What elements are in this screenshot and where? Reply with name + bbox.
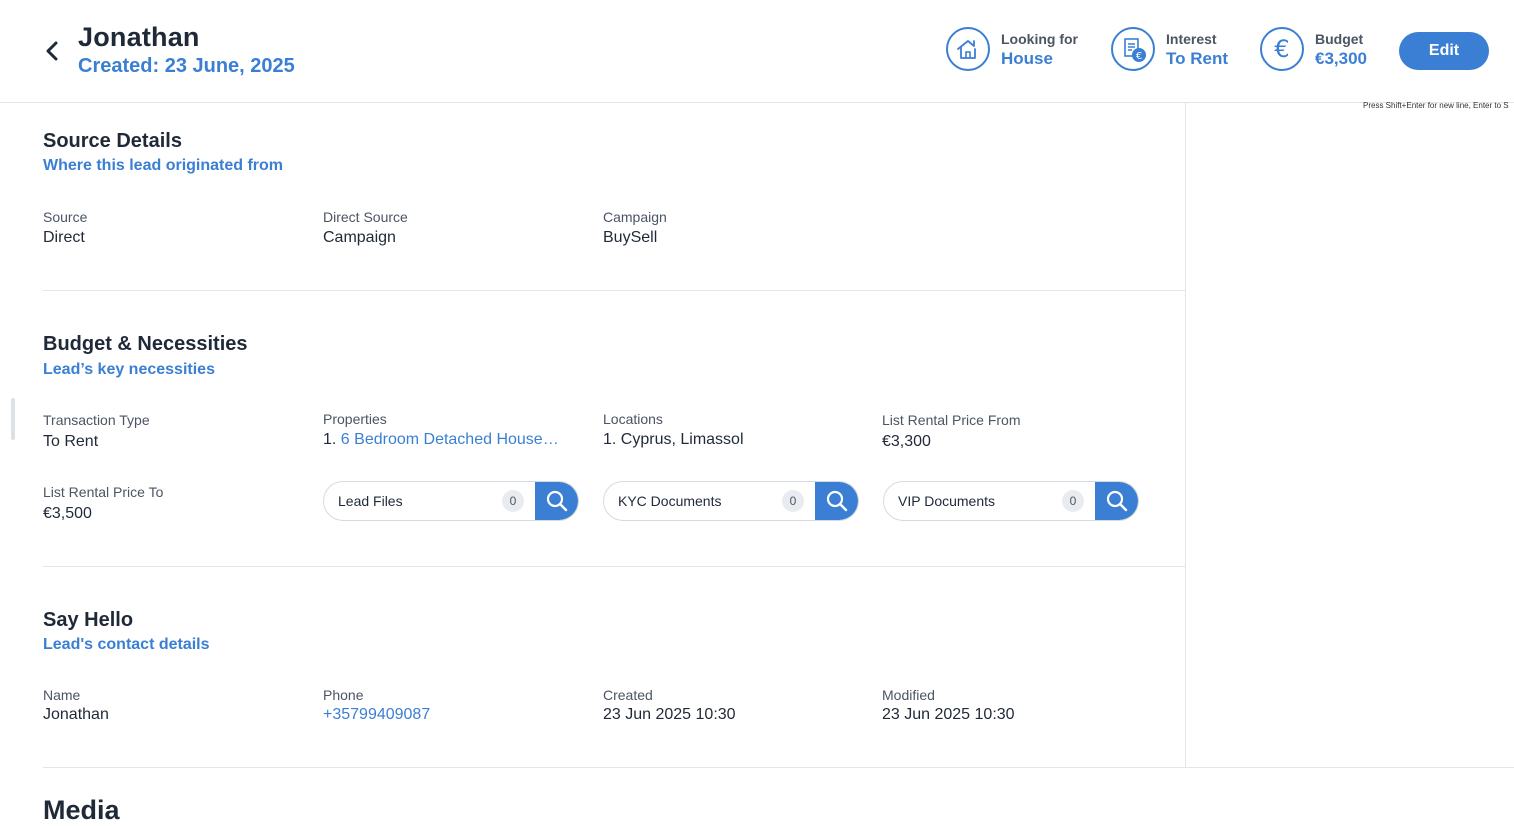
- lead-name: Jonathan: [78, 22, 200, 52]
- document-euro-icon: €: [1111, 27, 1155, 71]
- section-title: Media: [43, 795, 120, 825]
- lead-created-date: Created: 23 June, 2025: [78, 55, 295, 77]
- stat-label: Interest: [1166, 31, 1217, 47]
- section-subtitle: Lead's contact details: [43, 636, 210, 653]
- field-label: Locations: [603, 411, 663, 427]
- vip-documents-field[interactable]: VIP Documents 0: [883, 481, 1139, 521]
- svg-text:€: €: [1136, 51, 1142, 62]
- back-arrow-icon[interactable]: [42, 38, 64, 64]
- field-value: €3,500: [43, 505, 92, 522]
- stat-label: Looking for: [1001, 31, 1078, 47]
- field-label: Properties: [323, 411, 387, 427]
- svg-text:€: €: [1274, 35, 1289, 63]
- field-value: 23 Jun 2025 10:30: [603, 706, 736, 723]
- field-value: To Rent: [43, 433, 99, 450]
- input-hint: Press Shift+Enter for new line, Enter to…: [1363, 101, 1509, 110]
- kyc-documents-field[interactable]: KYC Documents 0: [603, 481, 859, 521]
- section-divider: [43, 767, 1514, 768]
- section-title: Budget & Necessities: [43, 333, 248, 355]
- section-subtitle: Lead’s key necessities: [43, 361, 215, 378]
- phone-link[interactable]: +35799409087: [323, 706, 430, 724]
- property-index: 1.: [323, 431, 337, 448]
- euro-icon: €: [1260, 27, 1304, 71]
- field-label: List Rental Price From: [882, 412, 1021, 428]
- field-value: 23 Jun 2025 10:30: [882, 706, 1015, 723]
- field-label: Transaction Type: [43, 412, 150, 428]
- section-divider: [43, 566, 1185, 567]
- doc-count-badge: 0: [1062, 490, 1084, 512]
- field-value: Jonathan: [43, 706, 109, 723]
- doc-name: VIP Documents: [898, 493, 996, 509]
- stat-label: Budget: [1315, 31, 1364, 47]
- field-value: BuySell: [603, 229, 658, 246]
- stat-value: House: [1001, 49, 1053, 68]
- doc-name: KYC Documents: [618, 493, 722, 509]
- right-panel-divider: [1185, 102, 1186, 768]
- section-title: Source Details: [43, 130, 182, 152]
- field-label: Modified: [882, 687, 935, 703]
- doc-count-badge: 0: [502, 490, 524, 512]
- stat-value: €3,300: [1315, 49, 1367, 68]
- house-icon: [946, 27, 990, 71]
- field-label: Created: [603, 687, 653, 703]
- field-value: 1. Cyprus, Limassol: [603, 431, 744, 448]
- field-label: Direct Source: [323, 209, 408, 225]
- section-divider: [43, 290, 1185, 291]
- property-list-item: 1. 6 Bedroom Detached House…: [323, 431, 578, 449]
- search-icon[interactable]: [1095, 482, 1138, 520]
- lead-header: Jonathan Created: 23 June, 2025 Looking …: [0, 0, 1514, 103]
- lead-files-field[interactable]: Lead Files 0: [323, 481, 579, 521]
- stat-value: To Rent: [1166, 49, 1229, 68]
- section-title: Say Hello: [43, 609, 134, 631]
- search-icon[interactable]: [815, 482, 858, 520]
- field-label: Source: [43, 209, 88, 225]
- field-label: Campaign: [603, 209, 667, 225]
- edit-button[interactable]: Edit: [1399, 32, 1489, 70]
- field-value: Campaign: [323, 229, 396, 246]
- doc-count-badge: 0: [782, 490, 804, 512]
- field-label: List Rental Price To: [43, 484, 164, 500]
- doc-name: Lead Files: [338, 493, 403, 509]
- resize-handle[interactable]: [11, 398, 15, 440]
- section-subtitle: Where this lead originated from: [43, 157, 284, 174]
- field-value: Direct: [43, 229, 85, 246]
- property-link[interactable]: 6 Bedroom Detached House…: [341, 431, 559, 448]
- field-label: Phone: [323, 687, 364, 703]
- field-label: Name: [43, 687, 81, 703]
- field-value: €3,300: [882, 433, 931, 450]
- search-icon[interactable]: [535, 482, 578, 520]
